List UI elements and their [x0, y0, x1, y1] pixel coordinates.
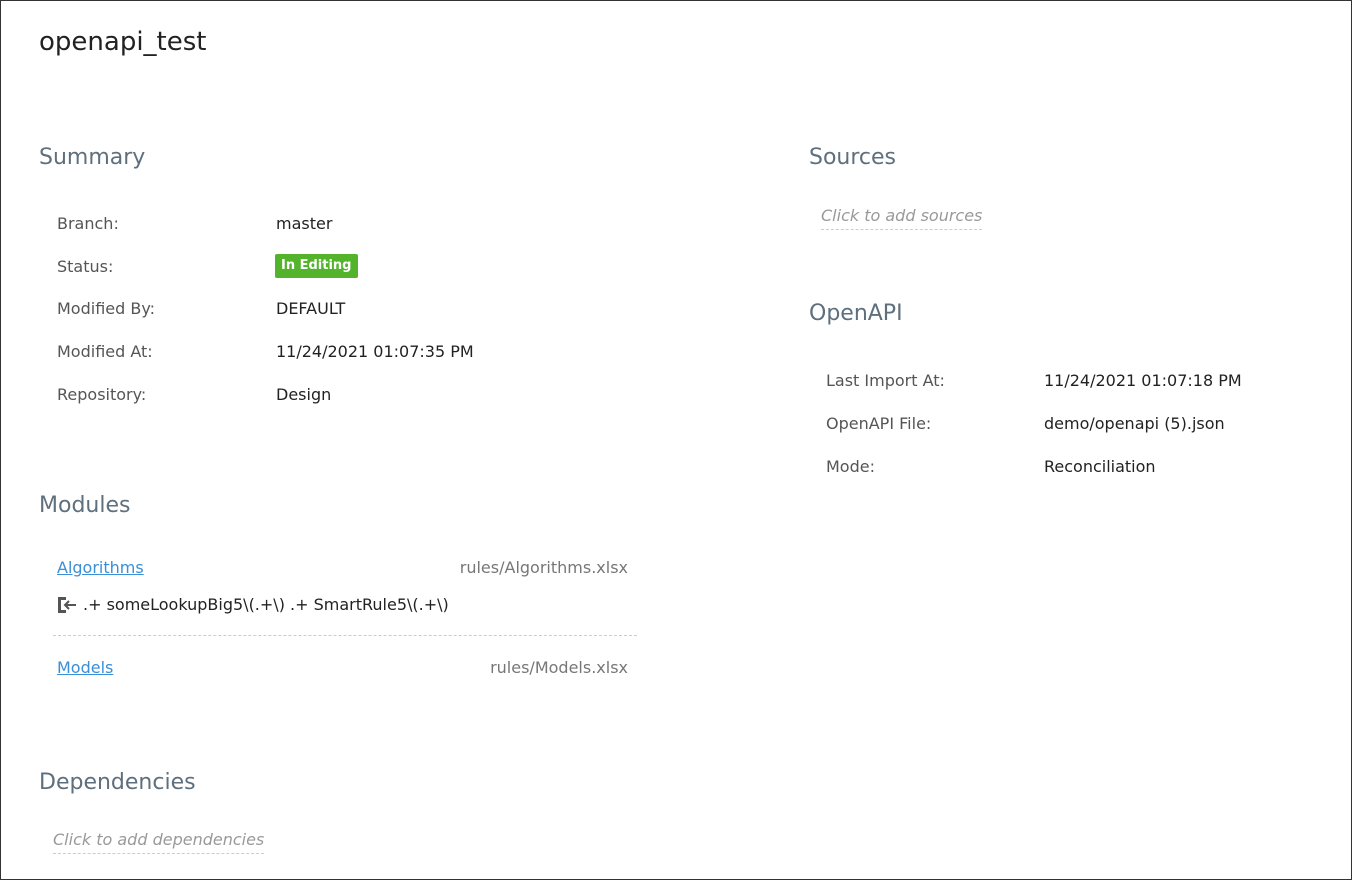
module-path-models: rules/Models.xlsx [490, 658, 628, 677]
modified-by-value: DEFAULT [276, 299, 346, 318]
page-title: openapi_test [39, 27, 207, 57]
mode-label: Mode: [826, 457, 875, 476]
branch-value: master [276, 214, 333, 233]
openapi-heading: OpenAPI [809, 301, 903, 326]
openapi-file-label: OpenAPI File: [826, 414, 932, 433]
module-pattern: .+ someLookupBig5\(.+\) .+ SmartRule5\(.… [57, 595, 449, 614]
module-pattern-text: .+ someLookupBig5\(.+\) .+ SmartRule5\(.… [83, 595, 449, 614]
module-path-algorithms: rules/Algorithms.xlsx [459, 558, 628, 577]
mode-value: Reconciliation [1044, 457, 1156, 476]
module-link-algorithms[interactable]: Algorithms [57, 558, 144, 577]
openapi-file-value: demo/openapi (5).json [1044, 414, 1225, 433]
modified-at-value: 11/24/2021 01:07:35 PM [276, 342, 474, 361]
modules-heading: Modules [39, 493, 131, 518]
repository-label: Repository: [57, 385, 147, 404]
last-import-label: Last Import At: [826, 371, 945, 390]
import-icon [57, 596, 77, 614]
branch-label: Branch: [57, 214, 119, 233]
last-import-value: 11/24/2021 01:07:18 PM [1044, 371, 1242, 390]
module-link-models[interactable]: Models [57, 658, 113, 677]
dependencies-heading: Dependencies [39, 770, 196, 795]
summary-heading: Summary [39, 145, 146, 170]
project-panel: openapi_test Summary Branch: master Stat… [0, 0, 1352, 880]
sources-heading: Sources [809, 145, 897, 170]
status-badge: In Editing [275, 254, 358, 278]
add-sources-link[interactable]: Click to add sources [821, 206, 983, 230]
status-label: Status: [57, 257, 114, 276]
repository-value: Design [276, 385, 332, 404]
add-dependencies-link[interactable]: Click to add dependencies [53, 830, 265, 854]
modified-by-label: Modified By: [57, 299, 156, 318]
module-divider [53, 635, 637, 636]
modified-at-label: Modified At: [57, 342, 153, 361]
